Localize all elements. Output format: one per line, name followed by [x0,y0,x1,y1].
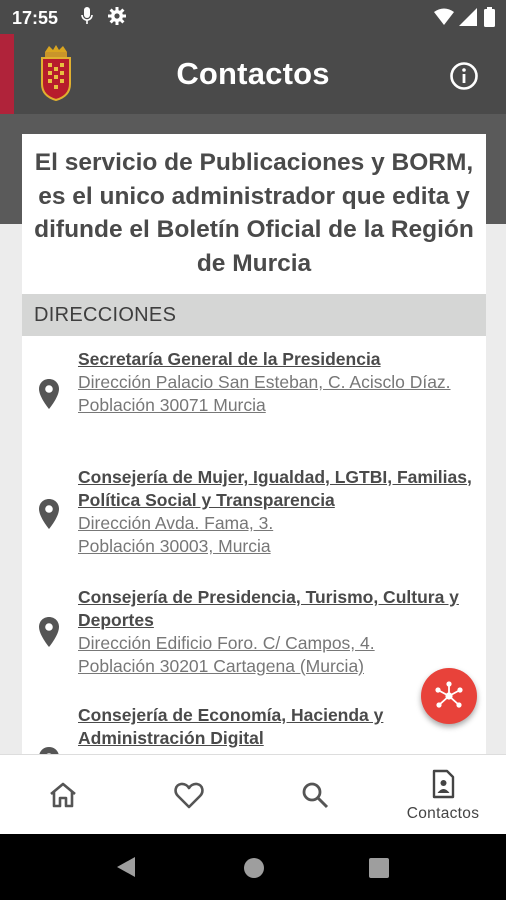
address-name[interactable]: Consejería de Mujer, Igualdad, LGTBI, Fa… [78,466,478,512]
contacts-content[interactable]: El servicio de Publicaciones y BORM, es … [0,114,506,754]
address-direccion[interactable]: Dirección Avda. Fama, 3. [78,512,478,535]
address-direccion[interactable]: Dirección Palacio San Esteban, C. Aciscl… [78,371,478,394]
contacts-card: El servicio de Publicaciones y BORM, es … [22,134,486,754]
nav-label-contactos: Contactos [406,805,480,822]
address-direccion[interactable]: Dirección Edificio Foro. C/ Campos, 4. [78,632,478,655]
wifi-icon [434,8,454,25]
home-circle-icon[interactable] [243,857,265,879]
address-name[interactable]: Consejería de Economía, Hacienda y Admin… [78,704,478,750]
section-header-direcciones: DIRECCIONES [22,294,486,336]
signal-icon [459,8,477,26]
search-icon [302,782,329,809]
heart-icon [174,782,204,809]
network-icon [435,681,463,708]
location-pin-icon [39,499,59,529]
recents-icon[interactable] [369,858,389,878]
nav-item-home[interactable] [0,755,126,835]
bottom-navigation: Contactos [0,754,506,834]
mic-icon [81,7,93,24]
status-bar: 17:55 [0,0,506,34]
nav-item-contactos[interactable]: Contactos [380,755,506,835]
gear-icon [108,7,126,25]
location-pin-icon [39,617,59,647]
page-title: Contactos [176,56,330,91]
address-name[interactable]: Secretaría General de la Presidencia [78,348,478,371]
nav-item-search[interactable] [252,755,378,835]
location-pin-icon [39,379,59,409]
address-poblacion[interactable]: Población 30071 Murcia [78,394,478,417]
app-bar: Contactos [0,34,506,114]
network-fab-button[interactable] [421,668,477,724]
address-name[interactable]: Consejería de Presidencia, Turismo, Cult… [78,586,478,632]
intro-text: El servicio de Publicaciones y BORM, es … [34,149,474,277]
info-icon[interactable] [449,61,479,91]
address-poblacion[interactable]: Población 30003, Murcia [78,535,478,558]
location-pin-icon [39,747,59,754]
home-icon [50,782,76,808]
status-time: 17:55 [12,8,59,28]
back-icon[interactable] [116,856,136,878]
nav-item-favorites[interactable] [126,755,252,835]
address-poblacion[interactable]: Población 30201 Cartagena (Murcia) [78,655,478,678]
contact-doc-icon [432,769,455,799]
battery-icon [484,7,495,27]
system-navigation-bar [0,834,506,900]
